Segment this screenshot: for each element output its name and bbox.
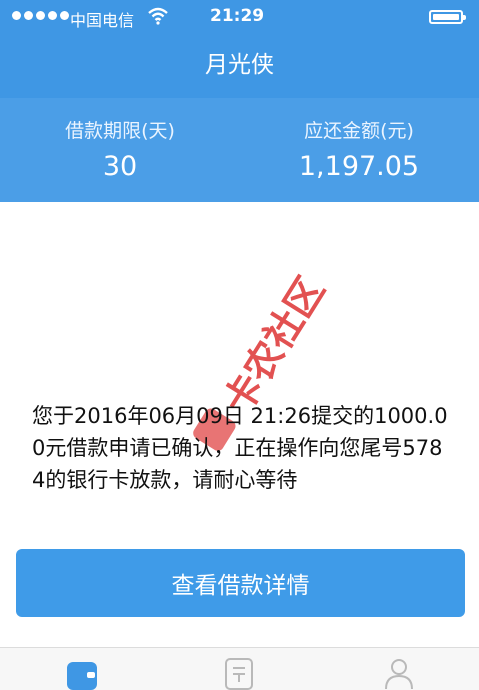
battery-icon [429,10,466,24]
view-loan-details-button[interactable]: 查看借款详情 [16,549,465,617]
profile-icon[interactable] [382,656,416,690]
loan-summary: 借款期限(天) 30 应还金额(元) 1,197.05 [0,98,479,202]
tab-bar [0,647,479,690]
status-message: 您于2016年06月09日 21:26提交的1000.00元借款申请已确认，正在… [32,404,448,492]
status-bar: 中国电信 21:29 [0,0,479,36]
term-label: 借款期限(天) [65,120,175,142]
page-title: 月光侠 [205,52,274,78]
bill-icon[interactable] [222,656,256,690]
wifi-icon [148,7,168,25]
carrier-label: 中国电信 [70,11,135,30]
top-bar: 中国电信 21:29 月光侠 [0,0,479,98]
amount-value: 1,197.05 [298,151,420,182]
wallet-icon[interactable] [65,656,99,690]
term-value: 30 [102,151,138,182]
term-block: 借款期限(天) 30 [0,116,240,182]
watermark-text: 卡农社区 [215,269,333,422]
amount-block: 应还金额(元) 1,197.05 [239,116,479,182]
signal-icon [12,11,69,20]
status-time: 21:29 [210,6,265,26]
amount-label: 应还金额(元) [304,120,414,142]
